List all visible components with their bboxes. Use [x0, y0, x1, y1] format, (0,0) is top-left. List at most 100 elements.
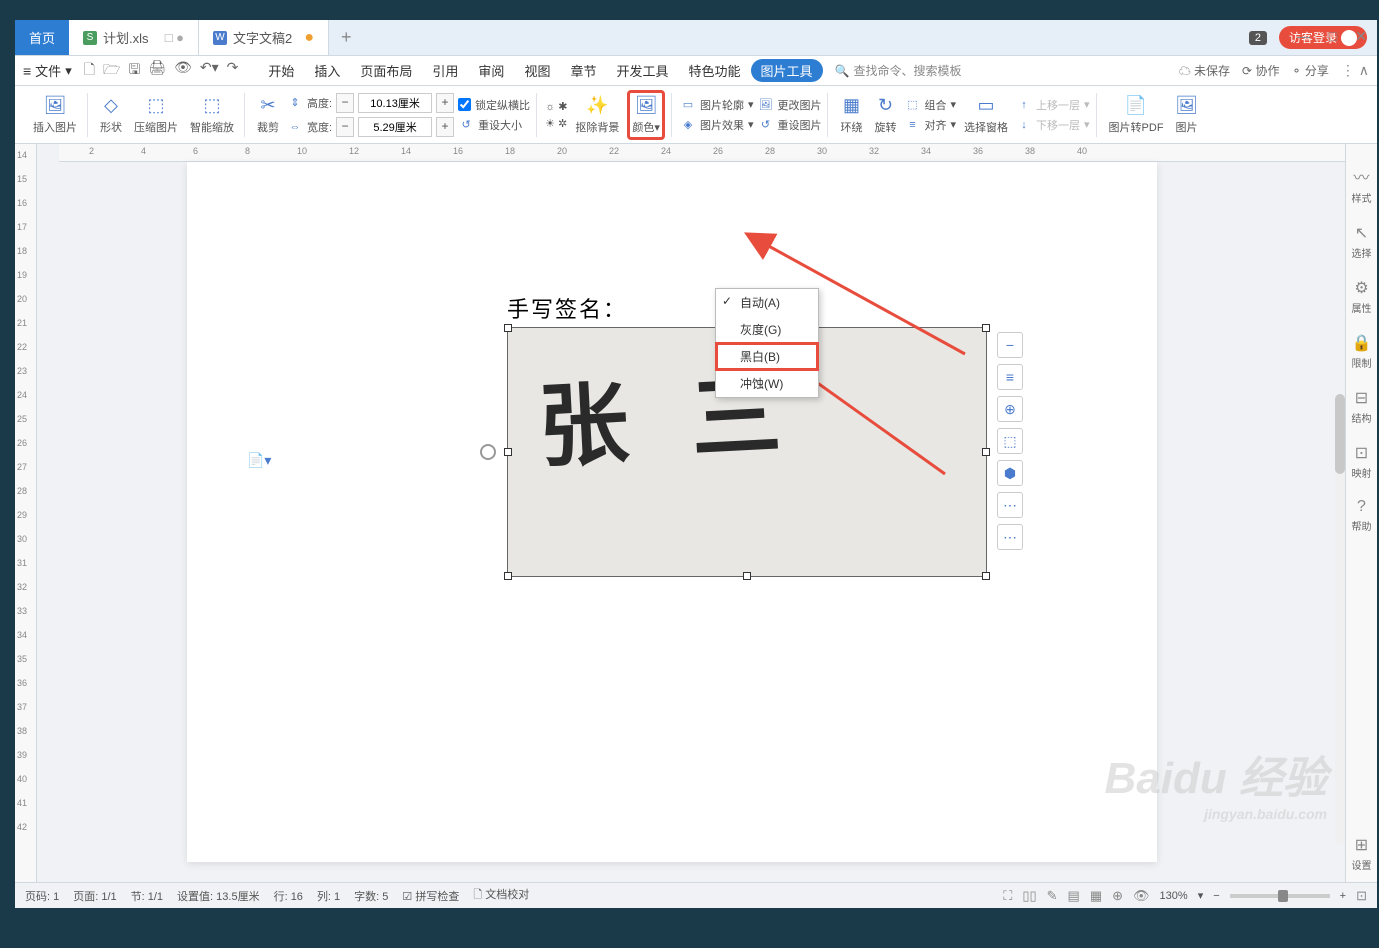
resize-handle-bm[interactable]	[743, 572, 751, 580]
reset-pic-button[interactable]: ↺重设图片	[757, 117, 821, 133]
insert-picture-button[interactable]: 🖼插入图片	[29, 95, 81, 135]
zoom-slider[interactable]	[1230, 894, 1330, 898]
wrap-button[interactable]: ▦环绕	[836, 95, 866, 135]
preview-icon[interactable]: 👁	[174, 59, 192, 83]
shape-button[interactable]: ◇形状	[96, 95, 126, 135]
smart-scale-button[interactable]: ⬚智能缩放	[186, 95, 238, 135]
height-plus[interactable]: +	[436, 93, 454, 113]
float-tool-zoom[interactable]: ⊕	[997, 396, 1023, 422]
group-button[interactable]: ⬚组合▾	[904, 97, 956, 113]
ribbon-options-icon[interactable]: ⋮ ∧	[1341, 62, 1369, 79]
reset-size-button[interactable]: ↺重设大小	[458, 117, 530, 133]
zoom-knob[interactable]	[1278, 890, 1288, 902]
move-up-button[interactable]: ↑上移一层▾	[1016, 97, 1090, 113]
menu-section[interactable]: 章节	[560, 61, 606, 80]
sb-doc-proof[interactable]: 🗋 文档校对	[473, 886, 529, 905]
file-menu[interactable]: ≡ 文件 ▾	[23, 61, 72, 80]
dropdown-washout[interactable]: 冲蚀(W)	[716, 370, 818, 397]
fullscreen-icon[interactable]: ⛶	[1003, 888, 1012, 904]
side-help[interactable]: ?帮助	[1352, 498, 1372, 533]
menu-special[interactable]: 特色功能	[678, 61, 750, 80]
menu-picture-tools[interactable]: 图片工具	[751, 59, 823, 82]
resize-handle-bl[interactable]	[504, 572, 512, 580]
web-view-icon[interactable]: ⊕	[1112, 888, 1123, 904]
lock-ratio-checkbox[interactable]: 锁定纵横比	[458, 97, 530, 113]
brightness-down[interactable]: ☀ ✲	[545, 117, 567, 130]
width-input[interactable]	[358, 117, 432, 137]
effects-button[interactable]: ◈图片效果▾	[680, 117, 754, 133]
side-properties[interactable]: ⚙属性	[1352, 278, 1372, 315]
edit-mode-icon[interactable]: ✎	[1047, 888, 1058, 904]
print-icon[interactable]: 🖨	[148, 59, 166, 83]
float-tool-extra[interactable]: ⋯	[997, 492, 1023, 518]
zoom-percent[interactable]: 130%	[1160, 890, 1188, 902]
height-input[interactable]	[358, 93, 432, 113]
zoom-in-button[interactable]: +	[1340, 890, 1346, 902]
scrollbar-thumb[interactable]	[1335, 394, 1345, 474]
paragraph-handle-icon[interactable]: 📄▾	[247, 452, 271, 469]
resize-handle-tr[interactable]	[982, 324, 990, 332]
dropdown-blackwhite[interactable]: 黑白(B)	[716, 343, 818, 370]
fit-icon[interactable]: ⊡	[1356, 888, 1367, 904]
crop-button[interactable]: ✂裁剪	[253, 95, 283, 135]
sb-pages[interactable]: 页面: 1/1	[73, 888, 116, 904]
side-mapping[interactable]: ⊡映射	[1352, 443, 1372, 480]
open-icon[interactable]: 🗁	[103, 59, 120, 83]
dropdown-auto[interactable]: 自动(A)	[716, 289, 818, 316]
rotate-handle[interactable]	[480, 444, 496, 460]
side-structure[interactable]: ⊟结构	[1352, 388, 1372, 425]
tab-file-2[interactable]: W 文字文稿2 ●	[199, 20, 329, 55]
dropdown-grayscale[interactable]: 灰度(G)	[716, 316, 818, 343]
width-plus[interactable]: +	[436, 117, 454, 137]
float-tool-effect[interactable]: ⬢	[997, 460, 1023, 486]
tab-pin-icon[interactable]: □ ●	[165, 30, 184, 45]
side-select[interactable]: ↖选择	[1352, 223, 1372, 260]
resize-handle-mr[interactable]	[982, 448, 990, 456]
minimize-button[interactable]: —	[1297, 28, 1311, 45]
menu-view[interactable]: 视图	[514, 61, 560, 80]
sb-spellcheck[interactable]: ☑ 拼写检查	[402, 888, 459, 904]
color-button[interactable]: 🖼颜色▾	[627, 90, 665, 140]
new-tab-button[interactable]: +	[329, 27, 364, 48]
redo-icon[interactable]: ↷	[227, 59, 239, 83]
side-styles[interactable]: 〰样式	[1352, 164, 1372, 205]
undo-icon[interactable]: ↶▾	[200, 59, 219, 83]
maximize-button[interactable]: □	[1329, 28, 1337, 45]
sb-page-no[interactable]: 页码: 1	[25, 888, 59, 904]
float-tool-crop[interactable]: ⬚	[997, 428, 1023, 454]
vertical-scrollbar[interactable]	[1335, 394, 1345, 844]
eye-icon[interactable]: 👁	[1133, 888, 1150, 904]
tab-file-1[interactable]: S 计划.xls □ ●	[69, 20, 199, 55]
align-button[interactable]: ≡对齐▾	[904, 117, 956, 133]
page-view-icon[interactable]: ▤	[1068, 888, 1080, 904]
sb-chars[interactable]: 字数: 5	[354, 888, 388, 904]
outline-view-icon[interactable]: ▦	[1090, 888, 1102, 904]
width-minus[interactable]: −	[336, 117, 354, 137]
resize-handle-br[interactable]	[982, 572, 990, 580]
menu-insert[interactable]: 插入	[304, 61, 350, 80]
outline-button[interactable]: ▭图片轮廓▾	[680, 97, 754, 113]
reading-icon[interactable]: ▯▯	[1022, 888, 1036, 904]
side-settings[interactable]: ⊞设置	[1352, 835, 1372, 872]
side-restrict[interactable]: 🔒限制	[1352, 333, 1372, 370]
pic-to-pdf-button[interactable]: 📄图片转PDF	[1105, 95, 1168, 135]
float-tool-more[interactable]: ⋯	[997, 524, 1023, 550]
zoom-out-button[interactable]: −	[1213, 890, 1219, 902]
move-down-button[interactable]: ↓下移一层▾	[1016, 117, 1090, 133]
menu-page-layout[interactable]: 页面布局	[350, 61, 422, 80]
compress-button[interactable]: ⬚压缩图片	[130, 95, 182, 135]
close-button[interactable]: ✕	[1355, 28, 1367, 45]
tab-home[interactable]: 首页	[15, 20, 69, 55]
menu-start[interactable]: 开始	[258, 61, 304, 80]
remove-bg-button[interactable]: ✨抠除背景	[571, 95, 623, 135]
share-button[interactable]: ⚬ 分享	[1291, 62, 1328, 79]
resize-handle-tl[interactable]	[504, 324, 512, 332]
select-pane-button[interactable]: ▭选择窗格	[960, 95, 1012, 135]
save-icon[interactable]: 🖫	[128, 59, 140, 83]
height-minus[interactable]: −	[336, 93, 354, 113]
command-search[interactable]: 🔍 查找命令、搜索模板	[835, 62, 962, 79]
pic-more-button[interactable]: 🖼图片	[1172, 95, 1202, 135]
collab-button[interactable]: ⟳ 协作	[1242, 62, 1279, 79]
change-pic-button[interactable]: 🖼更改图片	[757, 97, 821, 113]
menu-dev-tools[interactable]: 开发工具	[606, 61, 678, 80]
